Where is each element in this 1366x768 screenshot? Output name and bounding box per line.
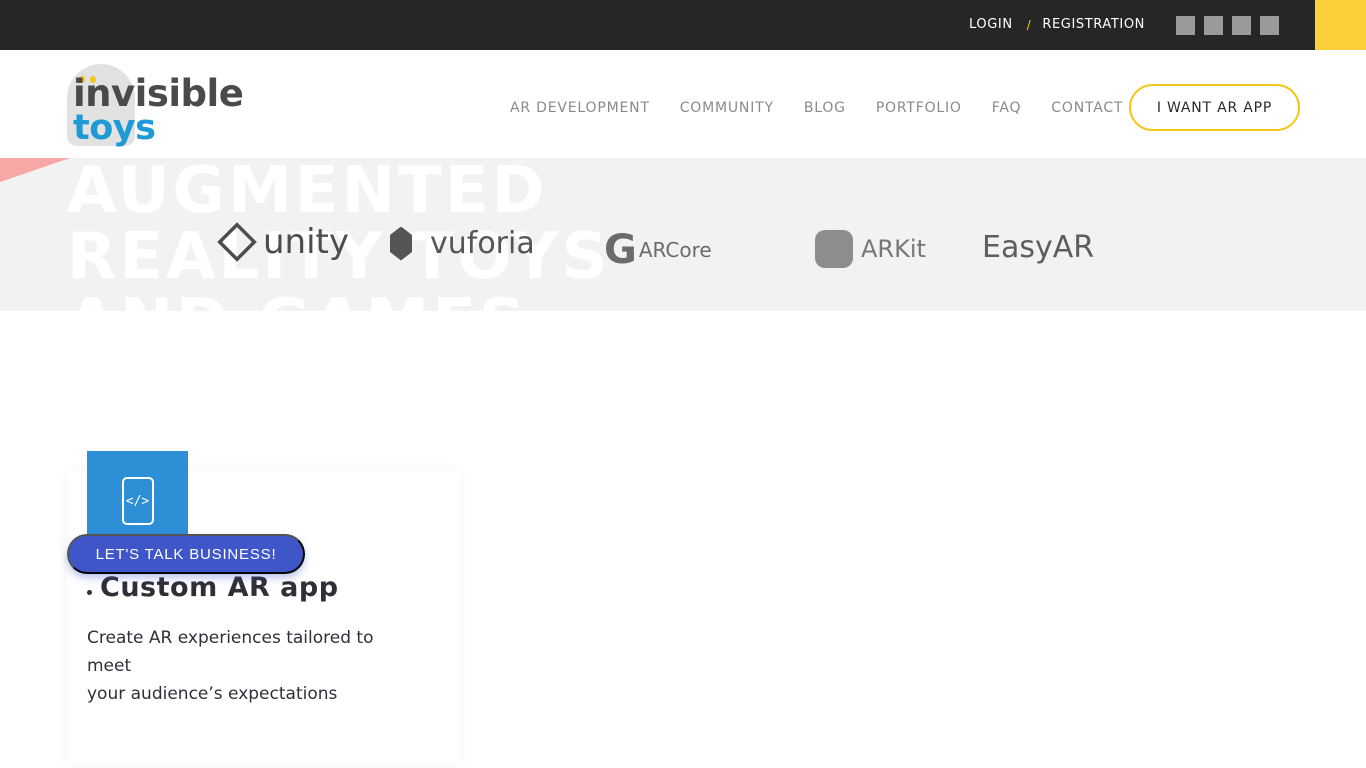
logo-word-toys: toys bbox=[73, 108, 156, 148]
auth-links: LOGIN / REGISTRATION bbox=[969, 17, 1145, 32]
main-nav: AR DEVELOPMENT COMMUNITY BLOG PORTFOLIO … bbox=[510, 100, 1153, 116]
vuforia-logo: vuforia bbox=[390, 226, 535, 261]
card-title-text: Custom AR app bbox=[100, 572, 339, 603]
social-links bbox=[1176, 16, 1279, 35]
vuforia-hex-icon bbox=[390, 226, 412, 261]
card-description: Create AR experiences tailored to meet y… bbox=[87, 624, 417, 708]
social-icon-1[interactable] bbox=[1176, 16, 1195, 35]
unity-logo: unity bbox=[217, 222, 349, 262]
arkit-app-icon bbox=[815, 230, 853, 268]
arcore-logo-text: ARCore bbox=[638, 238, 712, 262]
card-desc-line-2: meet bbox=[87, 656, 132, 676]
bullet-dot bbox=[87, 590, 92, 595]
arkit-logo-text: ARKit bbox=[861, 235, 926, 263]
card-desc-line-3: your audience’s expectations bbox=[87, 684, 338, 704]
google-g-icon: G bbox=[604, 227, 637, 273]
arkit-logo: ARKit bbox=[815, 230, 926, 268]
nav-item-faq[interactable]: FAQ bbox=[992, 100, 1022, 116]
lets-talk-business-button[interactable]: LET'S TALK BUSINESS! bbox=[67, 534, 305, 574]
tech-logos: unity vuforia G ARCore ARKit EasyAR bbox=[0, 158, 1366, 311]
card-title: Custom AR app bbox=[87, 572, 339, 603]
social-icon-2[interactable] bbox=[1204, 16, 1223, 35]
easyar-logo: EasyAR bbox=[982, 230, 1094, 265]
easyar-logo-text: EasyAR bbox=[982, 230, 1095, 265]
auth-separator: / bbox=[1026, 17, 1032, 32]
site-logo[interactable]: invisible toys bbox=[66, 62, 256, 152]
nav-item-ar-development[interactable]: AR DEVELOPMENT bbox=[510, 100, 650, 116]
social-icon-4[interactable] bbox=[1260, 16, 1279, 35]
card-desc-line-1: Create AR experiences tailored to bbox=[87, 628, 374, 648]
nav-item-contact[interactable]: CONTACT bbox=[1051, 100, 1123, 116]
login-link[interactable]: LOGIN bbox=[969, 17, 1013, 32]
arcore-logo: G ARCore bbox=[604, 227, 712, 273]
nav-item-portfolio[interactable]: PORTFOLIO bbox=[876, 100, 962, 116]
menu-toggle-button[interactable] bbox=[1315, 0, 1366, 50]
nav-item-blog[interactable]: BLOG bbox=[804, 100, 846, 116]
want-ar-app-button[interactable]: I WANT AR APP bbox=[1129, 84, 1300, 131]
unity-logo-text: unity bbox=[263, 222, 349, 262]
nav-item-community[interactable]: COMMUNITY bbox=[680, 100, 774, 116]
top-bar: LOGIN / REGISTRATION bbox=[0, 0, 1366, 50]
site-header: invisible toys AR DEVELOPMENT COMMUNITY … bbox=[0, 50, 1366, 158]
registration-link[interactable]: REGISTRATION bbox=[1042, 17, 1145, 32]
social-icon-3[interactable] bbox=[1232, 16, 1251, 35]
unity-cube-icon bbox=[217, 222, 257, 262]
vuforia-logo-text: vuforia bbox=[430, 226, 535, 261]
hero-band: AUGMENTED REALITY TOYS AND GAMES unity v… bbox=[0, 158, 1366, 311]
